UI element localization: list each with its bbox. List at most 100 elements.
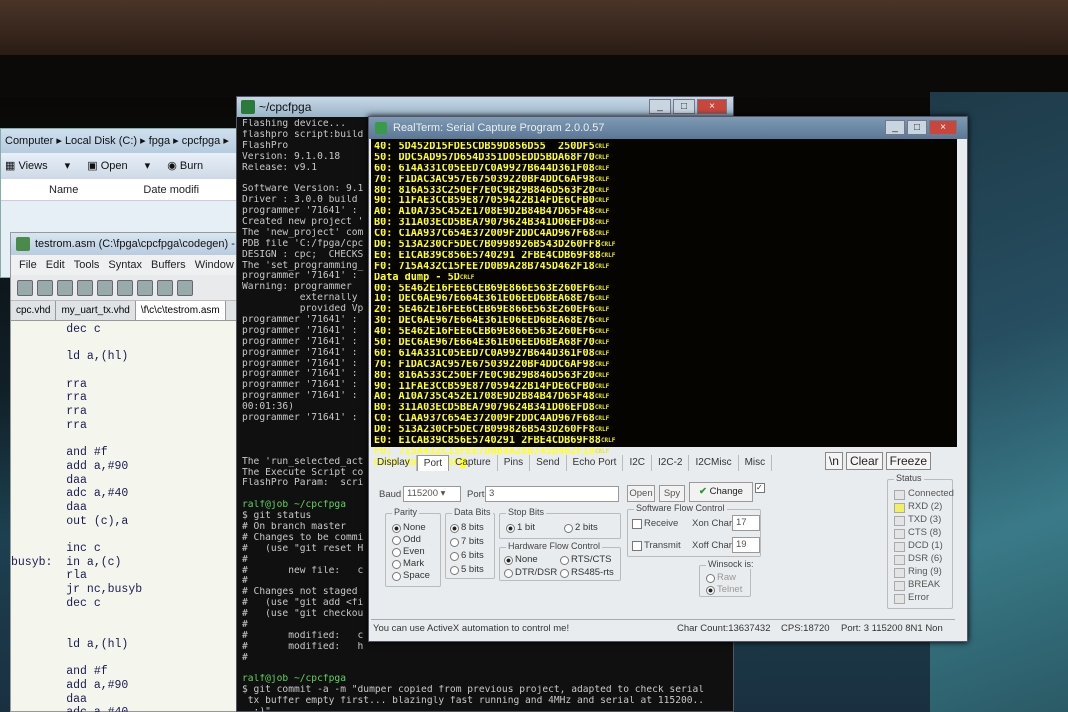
realterm-titlebar: RealTerm: Serial Capture Program 2.0.0.5… bbox=[369, 117, 967, 139]
parity-odd[interactable]: Odd bbox=[392, 534, 421, 545]
data-bits-5[interactable]: 5 bits bbox=[450, 564, 484, 575]
burn-button[interactable]: ◉ Burn bbox=[167, 160, 217, 172]
serial-line: 50: DDC5AD957D654D351D05EDD5BDA68F70CRLF bbox=[374, 153, 957, 164]
data-bits-6[interactable]: 6 bits bbox=[450, 550, 484, 561]
menu-tools[interactable]: Tools bbox=[74, 259, 100, 271]
save-all-icon[interactable] bbox=[57, 280, 73, 296]
crlf-marker: CRLF bbox=[594, 284, 610, 292]
xoff-field[interactable]: 19 bbox=[732, 537, 760, 553]
winsock-group: Winsock is: Raw Telnet bbox=[699, 559, 756, 597]
winsock-label: Winsock is: bbox=[706, 559, 756, 569]
data-bits-8[interactable]: 8 bits bbox=[450, 522, 484, 533]
tab-pins[interactable]: Pins bbox=[498, 455, 531, 471]
parity-mark[interactable]: Mark bbox=[392, 558, 424, 569]
transmit-checkbox[interactable]: Transmit bbox=[632, 540, 681, 551]
xon-field[interactable]: 17 bbox=[732, 515, 760, 531]
baud-select[interactable]: 115200 ▾ bbox=[403, 486, 461, 502]
minimize-button[interactable]: _ bbox=[885, 120, 905, 135]
winsock-telnet[interactable]: Telnet bbox=[706, 584, 742, 595]
newline-button[interactable]: \n bbox=[824, 452, 843, 470]
editor-menubar: File Edit Tools Syntax Buffers Window bbox=[11, 255, 241, 275]
sw-flow-group: Software Flow Control Receive Xon Char: … bbox=[627, 503, 761, 557]
open-button[interactable]: Open bbox=[627, 485, 655, 502]
tab-my-uart-tx[interactable]: my_uart_tx.vhd bbox=[56, 301, 136, 320]
breadcrumb-local-disk[interactable]: Local Disk (C:) bbox=[65, 135, 137, 147]
serial-line-text: A0: A10A735C452E1708E9D2B84B47D65F48 bbox=[374, 392, 595, 403]
serial-line: 00: 5E462E16FEE6CEB69E866E563E260EF6CRLF bbox=[374, 284, 957, 295]
serial-capture-screen[interactable]: 40: 5D452D15FDE5CDB59D856D55 250DF5CRLF 5… bbox=[371, 139, 957, 468]
editor-toolbar bbox=[11, 275, 241, 301]
parity-space[interactable]: Space bbox=[392, 570, 430, 581]
menu-edit[interactable]: Edit bbox=[46, 259, 65, 271]
tab-i2c-2[interactable]: I2C-2 bbox=[652, 455, 690, 471]
tab-display[interactable]: Display bbox=[371, 455, 417, 471]
serial-line-text: 80: 816A533C250EF7E0C9B29B846D563F20 bbox=[374, 185, 595, 196]
tab-misc[interactable]: Misc bbox=[739, 455, 773, 471]
tab-echo-port[interactable]: Echo Port bbox=[567, 455, 624, 471]
port-select[interactable]: 3 bbox=[485, 486, 619, 502]
terminal-title: ~/cpcfpga bbox=[259, 100, 312, 114]
open-button[interactable]: ▣ Open ▾ bbox=[87, 160, 150, 172]
maximize-button[interactable]: □ bbox=[673, 99, 695, 114]
undo-icon[interactable] bbox=[97, 280, 113, 296]
close-button[interactable]: × bbox=[929, 120, 957, 135]
status-cts: CTS (8) bbox=[894, 527, 941, 539]
clear-button[interactable]: Clear bbox=[845, 452, 883, 470]
serial-line: B0: 311A03ECD5BEA79079624B341D06EFD8CRLF bbox=[374, 218, 957, 229]
stop-bits-2[interactable]: 2 bits bbox=[564, 522, 598, 533]
crlf-marker: CRLF bbox=[594, 208, 610, 216]
char-count: Char Count:13637432 bbox=[677, 623, 771, 634]
maximize-button[interactable]: □ bbox=[907, 120, 927, 135]
hw-flow-rts-cts[interactable]: RTS/CTS bbox=[560, 554, 611, 565]
change-checkbox[interactable]: ✓ bbox=[755, 483, 765, 493]
hw-flow-dtr-dsr[interactable]: DTR/DSR bbox=[504, 567, 557, 578]
winsock-raw[interactable]: Raw bbox=[706, 572, 736, 583]
date-column[interactable]: Date modifi bbox=[143, 184, 199, 196]
parity-none[interactable]: None bbox=[392, 522, 426, 533]
minimize-button[interactable]: _ bbox=[649, 99, 671, 114]
hw-flow-rs485[interactable]: RS485-rts bbox=[560, 567, 614, 578]
hw-flow-none[interactable]: None bbox=[504, 554, 538, 565]
paste-icon[interactable] bbox=[177, 280, 193, 296]
tab-i2c[interactable]: I2C bbox=[623, 455, 653, 471]
tab-send[interactable]: Send bbox=[530, 455, 567, 471]
breadcrumb-fpga[interactable]: fpga bbox=[149, 135, 170, 147]
serial-line: Data dump - 5DCRLF bbox=[374, 273, 957, 284]
serial-line-text: D0: 513A230CF5DEC7B099826B543D260FF8 bbox=[374, 425, 595, 436]
tab-testrom-asm[interactable]: \f\c\c\testrom.asm bbox=[135, 301, 226, 320]
serial-line: 10: DEC6AE967E664E361E06EED6BEA68E76CRLF bbox=[374, 294, 957, 305]
views-button[interactable]: ▦ Views ▾ bbox=[5, 160, 70, 172]
change-button[interactable]: ✔ Change bbox=[689, 482, 753, 502]
copy-icon[interactable] bbox=[157, 280, 173, 296]
name-column[interactable]: Name bbox=[49, 184, 78, 196]
spy-button[interactable]: Spy bbox=[659, 485, 685, 502]
tab-capture[interactable]: Capture bbox=[449, 455, 498, 471]
parity-even[interactable]: Even bbox=[392, 546, 425, 557]
breadcrumb-cpcfpga[interactable]: cpcfpga bbox=[182, 135, 221, 147]
menu-buffers[interactable]: Buffers bbox=[151, 259, 186, 271]
close-button[interactable]: × bbox=[697, 99, 727, 114]
open-file-icon[interactable] bbox=[17, 280, 33, 296]
tab-cpc-vhd[interactable]: cpc.vhd bbox=[11, 301, 57, 320]
stop-bits-1[interactable]: 1 bit bbox=[506, 522, 535, 533]
explorer-toolbar: ▦ Views ▾ ▣ Open ▾ ◉ Burn bbox=[1, 153, 259, 179]
receive-checkbox[interactable]: Receive bbox=[632, 518, 678, 529]
tab-port[interactable]: Port bbox=[416, 455, 450, 471]
breadcrumb-computer[interactable]: Computer bbox=[5, 135, 53, 147]
realterm-window: RealTerm: Serial Capture Program 2.0.0.5… bbox=[368, 116, 968, 642]
code-area[interactable]: dec c ld a,(hl) rra rra rra rra and #f a… bbox=[11, 321, 241, 712]
redo-icon[interactable] bbox=[117, 280, 133, 296]
data-bits-7[interactable]: 7 bits bbox=[450, 536, 484, 547]
print-icon[interactable] bbox=[77, 280, 93, 296]
cut-icon[interactable] bbox=[137, 280, 153, 296]
menu-window[interactable]: Window bbox=[195, 259, 234, 271]
status-dsr: DSR (6) bbox=[894, 553, 942, 565]
code-line: out (c),a bbox=[11, 514, 129, 528]
gvim-editor-window: testrom.asm (C:\fpga\cpcfpga\codegen) - … bbox=[10, 232, 242, 712]
breadcrumb[interactable]: Computer ▸ Local Disk (C:) ▸ fpga ▸ cpcf… bbox=[1, 129, 259, 153]
menu-file[interactable]: File bbox=[19, 259, 37, 271]
save-icon[interactable] bbox=[37, 280, 53, 296]
menu-syntax[interactable]: Syntax bbox=[108, 259, 142, 271]
freeze-button[interactable]: Freeze bbox=[885, 452, 931, 470]
tab-i2cmisc[interactable]: I2CMisc bbox=[689, 455, 739, 471]
